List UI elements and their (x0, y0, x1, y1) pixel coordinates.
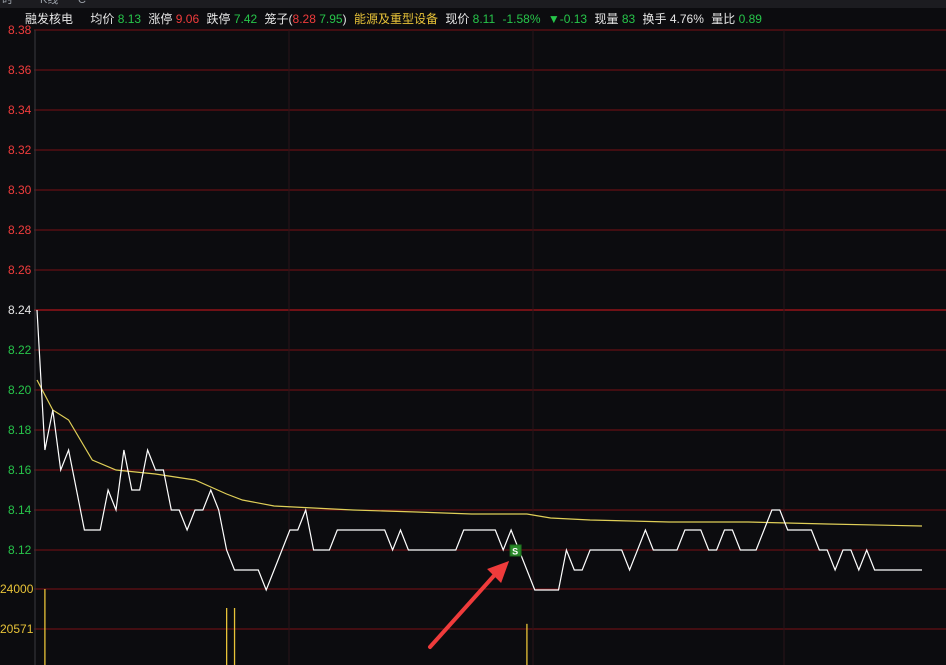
y-tick-label: 8.16 (8, 463, 32, 477)
y-tick-label: 8.20 (8, 383, 32, 397)
y-tick-label: 8.38 (8, 23, 32, 37)
intraday-chart-window: 时 K线 C 融发核电 均价 8.13 涨停 9.06 跌停 7.42 笼子(8… (0, 0, 946, 665)
y-tick-label: 8.26 (8, 263, 32, 277)
y-tick-label: 8.36 (8, 63, 32, 77)
price-chart[interactable]: 8.38 8.36 8.34 8.32 8.30 8.28 8.26 8.24 8.22 8.20… (0, 0, 946, 665)
y-tick-label: 8.30 (8, 183, 32, 197)
sell-signal-marker[interactable]: S (509, 544, 522, 557)
y-tick-label: 8.22 (8, 343, 32, 357)
sell-signal-label: S (512, 547, 518, 557)
y-tick-label: 8.28 (8, 223, 32, 237)
arrow-shaft (428, 568, 502, 649)
y-tick-label: 8.14 (8, 503, 32, 517)
volume-axis-label: 24000 (0, 582, 34, 596)
annotation-arrow-icon (428, 561, 510, 649)
y-tick-label: 8.18 (8, 423, 32, 437)
price-line (36, 309, 922, 592)
y-tick-label: 8.12 (8, 543, 32, 557)
y-tick-label: 8.34 (8, 103, 32, 117)
volume-axis-label: 20571 (0, 622, 34, 636)
y-tick-label: 8.24 (8, 303, 32, 317)
y-tick-label: 8.32 (8, 143, 32, 157)
